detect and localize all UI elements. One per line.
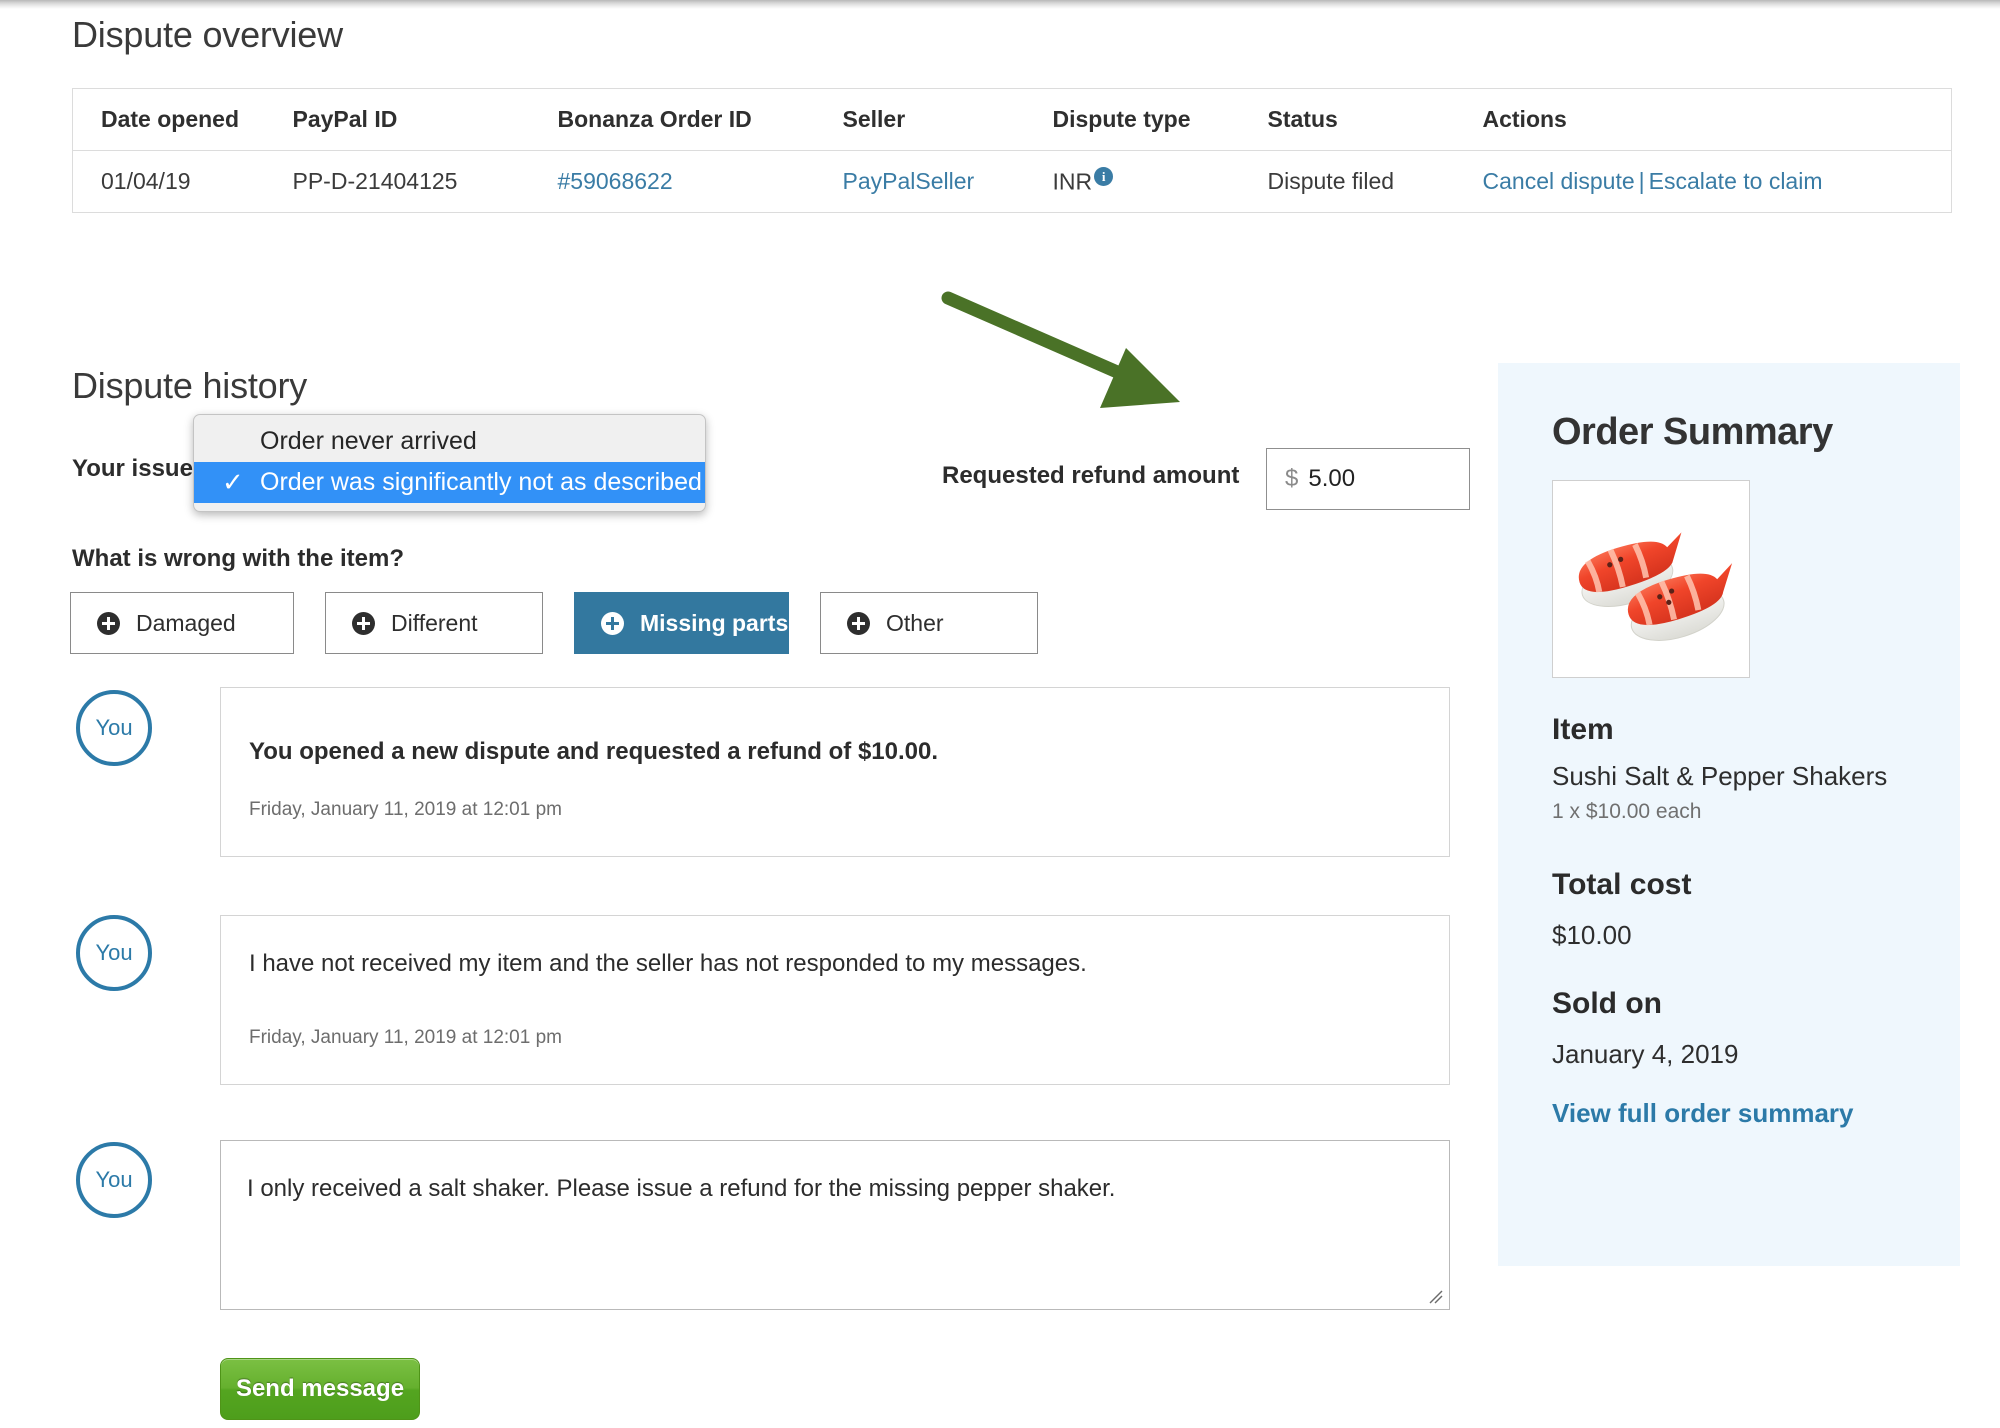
option-label: Other bbox=[886, 609, 944, 636]
dropdown-option-label: Order was significantly not as described bbox=[260, 468, 702, 496]
total-cost-value: $10.00 bbox=[1552, 920, 1632, 950]
cell-actions: Cancel dispute | Escalate to claim bbox=[1482, 150, 1952, 213]
cancel-dispute-link[interactable]: Cancel dispute bbox=[1483, 168, 1635, 194]
what-is-wrong-options: Damaged Different Missing parts Other bbox=[70, 592, 1069, 654]
order-summary-panel: Order Summary Item Sushi Salt & Pepper S… bbox=[1498, 363, 1960, 1266]
column-header-paypal-id: PayPal ID bbox=[292, 106, 398, 132]
avatar-label: You bbox=[95, 1167, 133, 1192]
dropdown-option-not-as-described[interactable]: ✓ Order was significantly not as describ… bbox=[194, 462, 705, 503]
total-cost-heading: Total cost bbox=[1552, 868, 1692, 901]
cell-dispute-type: INR i bbox=[1052, 150, 1268, 213]
item-heading: Item bbox=[1552, 713, 1614, 746]
escalate-to-claim-link[interactable]: Escalate to claim bbox=[1649, 168, 1823, 194]
send-message-label: Send message bbox=[235, 1375, 405, 1402]
column-header-status: Status bbox=[1267, 106, 1338, 132]
column-header-date-opened: Date opened bbox=[101, 106, 240, 132]
cell-status: Dispute filed bbox=[1267, 150, 1483, 213]
message-timestamp: Friday, January 11, 2019 at 12:01 pm bbox=[249, 799, 562, 820]
message-text: You opened a new dispute and requested a… bbox=[249, 738, 939, 765]
column-header-seller: Seller bbox=[842, 106, 906, 132]
send-message-button[interactable]: Send message bbox=[220, 1358, 420, 1420]
avatar: You bbox=[76, 915, 152, 991]
option-label: Damaged bbox=[136, 609, 236, 636]
avatar-label: You bbox=[95, 715, 133, 740]
view-full-order-summary-link[interactable]: View full order summary bbox=[1552, 1098, 1854, 1129]
plus-circle-icon bbox=[601, 611, 624, 635]
requested-refund-label: Requested refund amount bbox=[942, 462, 1240, 489]
cell-date-opened: 01/04/19 bbox=[72, 150, 293, 213]
action-separator: | bbox=[1638, 168, 1645, 194]
plus-circle-icon bbox=[97, 611, 120, 635]
top-shadow-divider bbox=[0, 0, 2000, 9]
option-damaged[interactable]: Damaged bbox=[70, 592, 294, 654]
sushi-shakers-icon bbox=[1578, 532, 1733, 641]
column-header-bonanza-order-id: Bonanza Order ID bbox=[557, 106, 752, 132]
issue-dropdown-menu[interactable]: Order never arrived ✓ Order was signific… bbox=[193, 414, 706, 512]
option-other[interactable]: Other bbox=[820, 592, 1038, 654]
dispute-page: Dispute overview Date opened PayPal ID B… bbox=[0, 0, 2000, 1428]
bonanza-order-id-link[interactable]: #59068622 bbox=[558, 168, 673, 194]
avatar: You bbox=[76, 690, 152, 766]
option-label: Missing parts bbox=[640, 609, 789, 636]
message-compose-textarea[interactable]: I only received a salt shaker. Please is… bbox=[220, 1140, 1450, 1310]
plus-circle-icon bbox=[847, 611, 870, 635]
option-missing-parts[interactable]: Missing parts bbox=[574, 592, 789, 654]
table-row: 01/04/19 PP-D-21404125 #59068622 PayPalS… bbox=[72, 150, 1952, 213]
order-summary-title: Order Summary bbox=[1552, 411, 1833, 453]
message-card: You opened a new dispute and requested a… bbox=[220, 687, 1450, 857]
info-icon[interactable]: i bbox=[1094, 167, 1114, 187]
message-text: I have not received my item and the sell… bbox=[249, 950, 1087, 977]
cell-seller: PayPalSeller bbox=[842, 150, 1053, 213]
plus-circle-icon bbox=[352, 611, 375, 635]
dispute-overview-table: Date opened PayPal ID Bonanza Order ID S… bbox=[72, 88, 1952, 213]
item-name: Sushi Salt & Pepper Shakers bbox=[1552, 761, 1888, 791]
seller-link[interactable]: PayPalSeller bbox=[843, 168, 975, 194]
sold-on-value: January 4, 2019 bbox=[1552, 1039, 1739, 1069]
refund-amount-value: 5.00 bbox=[1308, 465, 1356, 492]
column-header-actions: Actions bbox=[1482, 106, 1567, 132]
avatar-label: You bbox=[95, 940, 133, 965]
option-different[interactable]: Different bbox=[325, 592, 543, 654]
dispute-type-value: INR bbox=[1052, 168, 1093, 195]
cell-paypal-id: PP-D-21404125 bbox=[292, 150, 558, 213]
dropdown-option-order-never-arrived[interactable]: Order never arrived bbox=[194, 421, 705, 462]
dropdown-option-label: Order never arrived bbox=[260, 427, 477, 455]
message-timestamp: Friday, January 11, 2019 at 12:01 pm bbox=[249, 1027, 562, 1048]
resize-handle-icon[interactable] bbox=[1427, 1288, 1445, 1306]
message-compose-value: I only received a salt shaker. Please is… bbox=[247, 1175, 1116, 1202]
currency-symbol: $ bbox=[1285, 465, 1299, 492]
item-qty-price: 1 x $10.00 each bbox=[1552, 800, 1702, 823]
table-header-row: Date opened PayPal ID Bonanza Order ID S… bbox=[73, 89, 1952, 151]
annotation-arrow-icon bbox=[941, 291, 1180, 408]
check-icon: ✓ bbox=[222, 467, 244, 497]
requested-refund-input[interactable]: $ 5.00 bbox=[1266, 448, 1470, 510]
avatar: You bbox=[76, 1142, 152, 1218]
dispute-history-title: Dispute history bbox=[72, 365, 308, 406]
sold-on-heading: Sold on bbox=[1552, 987, 1662, 1020]
option-label: Different bbox=[391, 609, 478, 636]
message-card: I have not received my item and the sell… bbox=[220, 915, 1450, 1085]
page-title: Dispute overview bbox=[72, 14, 343, 55]
your-issue-label: Your issue bbox=[72, 455, 193, 482]
what-is-wrong-label: What is wrong with the item? bbox=[72, 545, 404, 572]
order-item-thumbnail[interactable] bbox=[1552, 480, 1750, 678]
column-header-dispute-type: Dispute type bbox=[1052, 106, 1191, 132]
cell-bonanza-order-id: #59068622 bbox=[557, 150, 843, 213]
